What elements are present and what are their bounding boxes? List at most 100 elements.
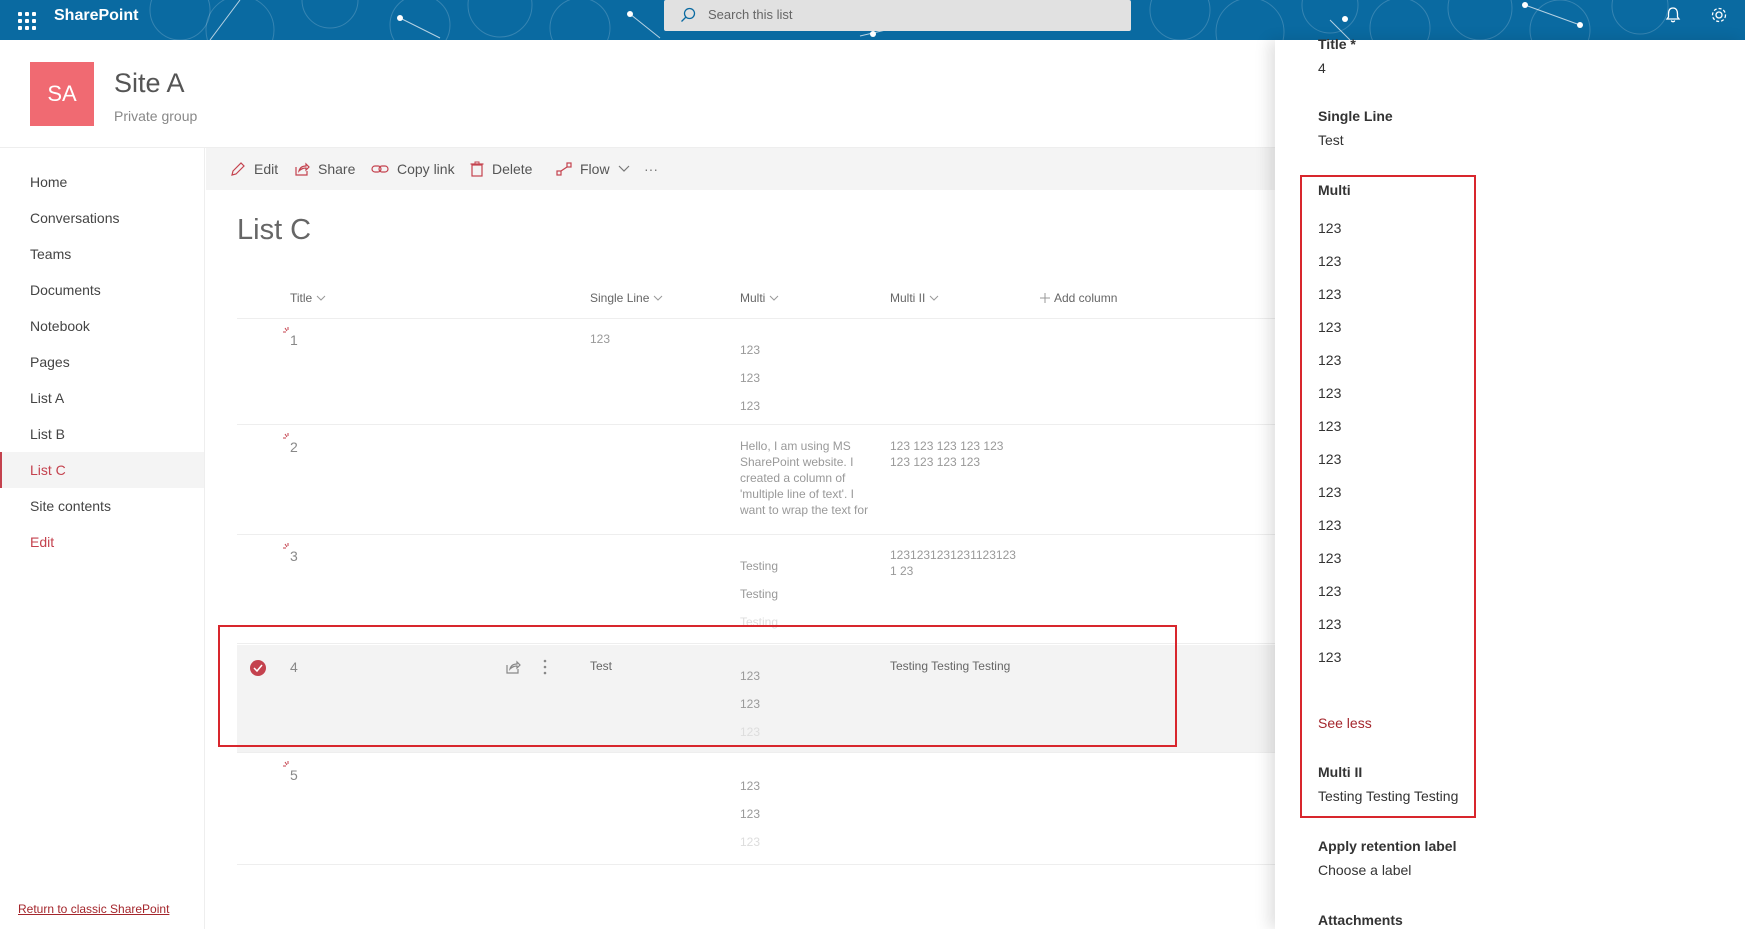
table-row-selected[interactable]: 4 Test 123 123 123 Testing Testing Testi… [237, 645, 1275, 753]
settings-gear-icon[interactable] [1710, 6, 1728, 24]
panel-multi-line: 123 [1318, 484, 1342, 500]
suite-bar: SharePoint Search this list [0, 0, 1745, 40]
panel-multi-line: 123 [1318, 616, 1342, 632]
table-row[interactable]: 1 123 123 123 123 [237, 319, 1275, 425]
nav-item-documents[interactable]: Documents [0, 272, 204, 308]
row-title[interactable]: 3 [290, 548, 298, 564]
table-row[interactable]: 2 Hello, I am using MS SharePoint websit… [237, 425, 1275, 535]
trash-icon [470, 161, 484, 177]
row-title[interactable]: 2 [290, 439, 298, 455]
row-multi: 123 123 123 [740, 779, 880, 859]
panel-multi-line: 123 [1318, 352, 1342, 368]
edit-button[interactable]: Edit [230, 148, 278, 190]
chevron-down-icon [929, 295, 939, 301]
row-title[interactable]: 4 [290, 659, 298, 675]
column-header-multi[interactable]: Multi [740, 291, 779, 305]
panel-multi-line: 123 [1318, 649, 1342, 665]
command-bar: Edit Share Copy link Delete Flow ··· [206, 148, 1275, 190]
nav-item-conversations[interactable]: Conversations [0, 200, 204, 236]
nav-item-pages[interactable]: Pages [0, 344, 204, 380]
add-column-button[interactable]: Add column [1040, 291, 1117, 305]
row-multi-line: 123 [740, 779, 761, 793]
row-multi: 123 123 123 [740, 343, 880, 423]
row-multi-ii: Testing Testing Testing [890, 659, 1011, 673]
row-multi-ii: 12312312312311231231 23 [890, 548, 1016, 578]
row-multi-line: 123 [740, 835, 761, 849]
copy-link-label: Copy link [397, 161, 455, 177]
nav-item-teams[interactable]: Teams [0, 236, 204, 272]
row-multi-line: 123 [740, 697, 761, 711]
row-multi-line: 123 [740, 343, 761, 357]
panel-multi-line: 123 [1318, 418, 1342, 434]
row-selected-check-icon[interactable] [249, 659, 267, 677]
column-multi-ii-label: Multi II [890, 291, 926, 305]
add-column-label: Add column [1054, 291, 1118, 305]
return-to-classic-link[interactable]: Return to classic SharePoint [18, 902, 169, 916]
panel-multi-line: 123 [1318, 385, 1342, 401]
pencil-icon [231, 162, 245, 176]
column-header-single-line[interactable]: Single Line [590, 291, 663, 305]
copy-link-button[interactable]: Copy link [371, 148, 455, 190]
more-commands-button[interactable]: ··· [644, 148, 658, 190]
panel-multi-line: 123 [1318, 253, 1342, 269]
nav-edit-link[interactable]: Edit [0, 524, 204, 560]
row-title[interactable]: 1 [290, 332, 298, 348]
flow-button[interactable]: Flow [556, 148, 630, 190]
share-button[interactable]: Share [294, 148, 355, 190]
row-multi-ii: 123 123 123 123 123 123 123 123 123 [890, 439, 1004, 469]
search-icon [681, 7, 696, 22]
chevron-down-icon [316, 295, 326, 301]
panel-multi-ii-value[interactable]: Testing Testing Testing [1318, 788, 1458, 804]
column-single-line-label: Single Line [590, 291, 650, 305]
left-navigation: Home Conversations Teams Documents Noteb… [0, 148, 205, 929]
app-launcher-icon[interactable] [12, 6, 40, 34]
panel-single-line-value[interactable]: Test [1318, 132, 1344, 148]
panel-retention-value[interactable]: Choose a label [1318, 862, 1411, 878]
panel-attachments-label: Attachments [1318, 912, 1403, 928]
nav-item-home[interactable]: Home [0, 164, 204, 200]
panel-multi-line: 123 [1318, 319, 1342, 335]
link-icon [371, 165, 389, 173]
panel-title-label: Title * [1318, 36, 1356, 52]
row-single-line: Test [590, 659, 613, 673]
row-multi-line: 123 [740, 807, 761, 821]
row-title[interactable]: 5 [290, 767, 298, 783]
nav-item-notebook[interactable]: Notebook [0, 308, 204, 344]
row-multi-line: Testing [740, 559, 779, 573]
panel-multi-line: 123 [1318, 451, 1342, 467]
row-multi: Testing Testing Testing [740, 559, 880, 639]
delete-label: Delete [492, 161, 533, 177]
see-less-link[interactable]: See less [1318, 715, 1372, 731]
share-icon[interactable] [505, 659, 521, 675]
site-title[interactable]: Site A [114, 68, 185, 99]
more-options-icon[interactable] [543, 659, 547, 675]
notification-bell-icon[interactable] [1664, 6, 1682, 24]
panel-multi-label: Multi [1318, 182, 1351, 198]
chevron-down-icon [618, 165, 629, 172]
list-title: List C [237, 214, 312, 246]
nav-item-site-contents[interactable]: Site contents [0, 488, 204, 524]
table-row[interactable]: 3 Testing Testing Testing 12312312312311… [237, 535, 1275, 644]
column-header-title[interactable]: Title [290, 291, 326, 305]
nav-item-list-a[interactable]: List A [0, 380, 204, 416]
row-multi-text: Hello, I am using MS SharePoint website.… [740, 439, 869, 517]
nav-item-list-b[interactable]: List B [0, 416, 204, 452]
delete-button[interactable]: Delete [470, 148, 532, 190]
table-row[interactable]: 5 123 123 123 [237, 753, 1275, 865]
panel-multi-line: 123 [1318, 550, 1342, 566]
column-title-label: Title [290, 291, 313, 305]
flow-label: Flow [580, 161, 610, 177]
panel-title-value[interactable]: 4 [1318, 60, 1326, 76]
share-label: Share [318, 161, 356, 177]
site-logo[interactable]: SA [30, 62, 94, 126]
panel-retention-label: Apply retention label [1318, 838, 1457, 854]
edit-label: Edit [254, 161, 279, 177]
plus-icon [1040, 293, 1050, 303]
row-single-line: 123 [590, 332, 611, 346]
panel-multi-value[interactable]: 123 123 123 123 123 123 123 123 123 123 … [1275, 220, 1575, 665]
nav-item-list-c[interactable]: List C [0, 452, 204, 488]
search-box[interactable]: Search this list [664, 0, 1131, 31]
chevron-down-icon [769, 295, 779, 301]
app-name[interactable]: SharePoint [54, 0, 138, 32]
column-header-multi-ii[interactable]: Multi II [890, 291, 939, 305]
